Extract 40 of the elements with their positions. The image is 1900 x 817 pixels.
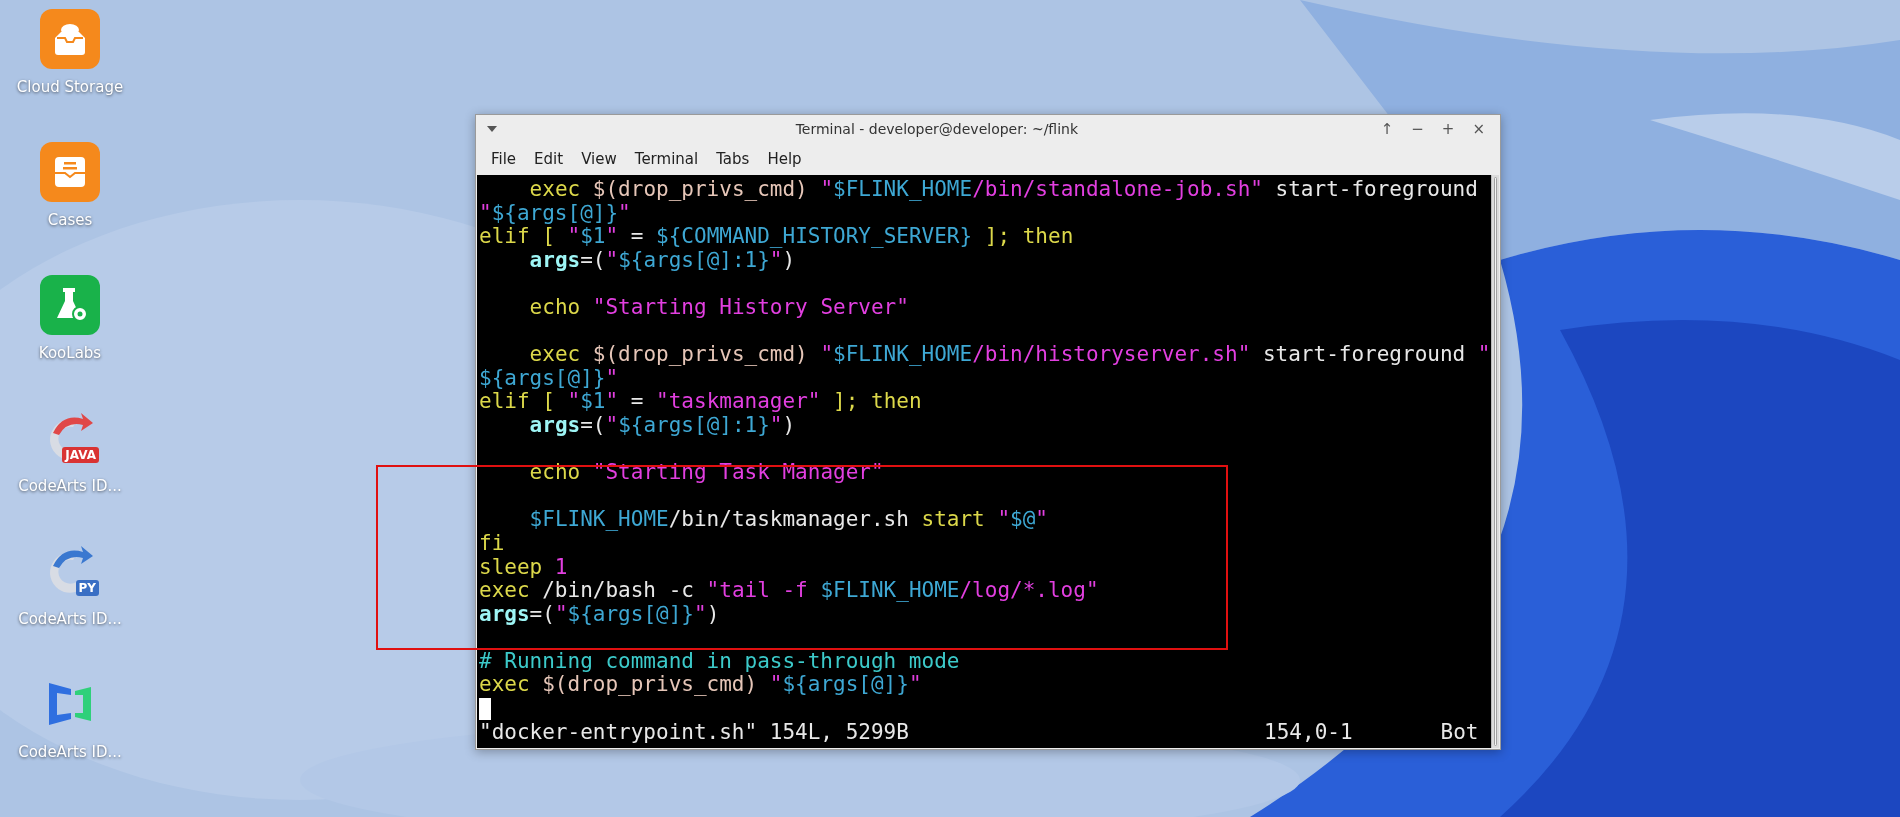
app-icon[interactable] [39,274,101,336]
menu-item[interactable]: View [572,146,626,172]
caret-icon[interactable] [486,125,498,133]
menu-item[interactable]: Help [758,146,811,172]
code-line: args=("${args[@]:1}") [528,248,796,273]
code-line: elif [ "$1" = "taskmanager" ]; then [479,390,922,414]
scrollbar[interactable] [1490,175,1499,748]
window-control[interactable]: × [1467,120,1490,138]
code-line: exec $(drop_privs_cmd) "${args[@]}" [479,673,922,698]
code-line: fi [479,531,505,556]
code-line: echo "Starting History Server" [528,295,909,320]
scroll-position: Bot [1440,720,1479,745]
icon-badge: JAVA [62,447,99,463]
icon-badge: PY [75,580,99,596]
window-control[interactable]: ↑ [1375,120,1399,138]
code-line: sleep 1 [479,555,568,580]
menu-item[interactable]: File [482,146,526,172]
window-title: Terminal - developer@developer: ~/flink [794,121,1080,137]
scrollbar-thumb[interactable] [1493,177,1497,746]
menu-item[interactable]: Terminal [625,146,708,172]
code-line: $FLINK_HOME/bin/taskmanager.sh start "$@" [528,508,1048,532]
code-line: elif [ "$1" = ${COMMAND_HISTORY_SERVER} ]; then [479,225,1074,249]
code-line: "${args[@]}" [479,201,631,226]
cursor-position: 154,0-1 [1264,720,1353,745]
code-line: ${args[@]}" [479,366,619,391]
menu-item[interactable]: Edit [525,146,573,172]
code-line: echo "Starting Task Manager" [528,461,884,485]
app-icon[interactable] [39,8,101,70]
code-line: exec $(drop_privs_cmd) "$FLINK_HOME/bin/historyserver.sh" start-foreground " [528,343,1491,367]
file-info: "docker-entrypoint.sh" 154L, 5299B [479,720,909,745]
window-control[interactable]: − [1406,120,1429,138]
code-line: args=("${args[@]:1}") [528,413,796,438]
window-control[interactable]: + [1436,120,1460,138]
app-icon[interactable] [39,141,101,203]
code-line: args=("${args[@]}") [479,602,720,627]
code-line: # Running command in pass-through mode [479,649,960,674]
menu-item[interactable]: Tabs [707,146,759,172]
code-line: exec $(drop_privs_cmd) "$FLINK_HOME/bin/standalone-job.sh" start-foreground [528,178,1478,202]
code-line: exec /bin/bash -c "tail -f $FLINK_HOME/log/*.log" [479,579,1099,603]
text-cursor [479,698,491,721]
